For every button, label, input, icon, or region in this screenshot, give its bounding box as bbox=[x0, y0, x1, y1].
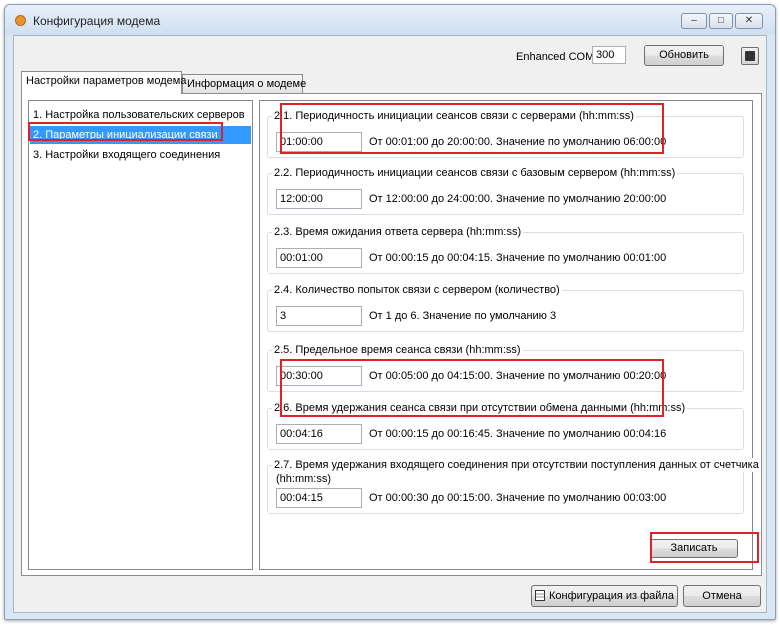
tab-modem-settings[interactable]: Настройки параметров модема bbox=[21, 71, 186, 94]
section-item-incoming-connection[interactable]: 3. Настройки входящего соединения bbox=[30, 146, 251, 164]
base-server-period-input[interactable]: 12:00:00 bbox=[276, 189, 362, 209]
window-title: Конфигурация модема bbox=[33, 14, 161, 28]
parameters-panel: 2.1. Периодичность инициации сеансов свя… bbox=[259, 100, 761, 570]
tab-modem-info[interactable]: Информация о модеме bbox=[182, 74, 306, 94]
param-title: 2.5. Предельное время сеанса связи (hh:m… bbox=[272, 343, 523, 357]
session-limit-input[interactable]: 00:30:00 bbox=[276, 366, 362, 386]
param-group-session-limit: 2.5. Предельное время сеанса связи (hh:m… bbox=[267, 343, 744, 392]
port-label: Enhanced COM bbox=[516, 51, 595, 63]
param-title: 2.6. Время удержания сеанса связи при от… bbox=[272, 401, 688, 415]
param-title-units: (hh:mm:ss) bbox=[276, 473, 331, 485]
title-bar[interactable]: Конфигурация модема – □ ✕ bbox=[5, 5, 775, 35]
param-group-incoming-hold: 2.7. Время удержания входящего соединени… bbox=[267, 458, 761, 514]
window-client-area: Enhanced COM 300 Обновить Настройки пара… bbox=[13, 35, 767, 613]
param-group-idle-hold: 2.6. Время удержания сеанса связи при от… bbox=[267, 401, 744, 450]
param-title: 2.1. Периодичность инициации сеансов свя… bbox=[272, 109, 636, 123]
param-hint: От 00:00:30 до 00:15:00. Значение по умо… bbox=[369, 492, 667, 504]
param-group-server-period: 2.1. Периодичность инициации сеансов свя… bbox=[267, 109, 744, 158]
idle-hold-input[interactable]: 00:04:16 bbox=[276, 424, 362, 444]
maximize-button[interactable]: □ bbox=[709, 13, 733, 29]
param-group-base-server-period: 2.2. Периодичность инициации сеансов свя… bbox=[267, 166, 744, 215]
retry-count-input[interactable]: 3 bbox=[276, 306, 362, 326]
config-from-file-label: Конфигурация из файла bbox=[549, 590, 674, 602]
incoming-hold-input[interactable]: 00:04:15 bbox=[276, 488, 362, 508]
section-list: 1. Настройка пользовательских серверов 2… bbox=[28, 100, 253, 570]
section-item-custom-servers[interactable]: 1. Настройка пользовательских серверов bbox=[30, 106, 251, 124]
param-group-retry-count: 2.4. Количество попыток связи с сервером… bbox=[267, 283, 744, 332]
config-from-file-button[interactable]: Конфигурация из файла bbox=[531, 585, 678, 607]
param-hint: От 00:01:00 до 20:00:00. Значение по умо… bbox=[369, 136, 667, 148]
param-title: 2.4. Количество попыток связи с сервером… bbox=[272, 283, 562, 297]
config-file-icon bbox=[535, 590, 545, 601]
close-button[interactable]: ✕ bbox=[735, 13, 763, 29]
app-icon bbox=[15, 15, 26, 26]
param-hint: От 1 до 6. Значение по умолчанию 3 bbox=[369, 310, 557, 322]
section-item-connection-init[interactable]: 2. Параметры инициализации связи bbox=[30, 126, 251, 144]
write-button[interactable]: Записать bbox=[650, 539, 738, 558]
calculator-icon bbox=[745, 51, 755, 61]
port-field[interactable]: 300 bbox=[592, 46, 626, 64]
param-title: 2.2. Периодичность инициации сеансов свя… bbox=[272, 166, 678, 180]
param-hint: От 00:00:15 до 00:16:45. Значение по умо… bbox=[369, 428, 667, 440]
server-period-input[interactable]: 01:00:00 bbox=[276, 132, 362, 152]
modem-config-window: Конфигурация модема – □ ✕ Enhanced COM 3… bbox=[4, 4, 776, 620]
server-timeout-input[interactable]: 00:01:00 bbox=[276, 248, 362, 268]
refresh-button[interactable]: Обновить bbox=[644, 45, 724, 66]
param-title: 2.7. Время удержания входящего соединени… bbox=[272, 458, 761, 472]
param-hint: От 00:05:00 до 04:15:00. Значение по умо… bbox=[369, 370, 667, 382]
calculator-button[interactable] bbox=[741, 47, 759, 65]
minimize-button[interactable]: – bbox=[681, 13, 707, 29]
param-hint: От 00:00:15 до 00:04:15. Значение по умо… bbox=[369, 252, 667, 264]
param-group-server-timeout: 2.3. Время ожидания ответа сервера (hh:m… bbox=[267, 225, 744, 274]
param-hint: От 12:00:00 до 24:00:00. Значение по умо… bbox=[369, 193, 667, 205]
cancel-button[interactable]: Отмена bbox=[683, 585, 761, 607]
param-title: 2.3. Время ожидания ответа сервера (hh:m… bbox=[272, 225, 524, 239]
tab-panel: 1. Настройка пользовательских серверов 2… bbox=[21, 93, 762, 576]
